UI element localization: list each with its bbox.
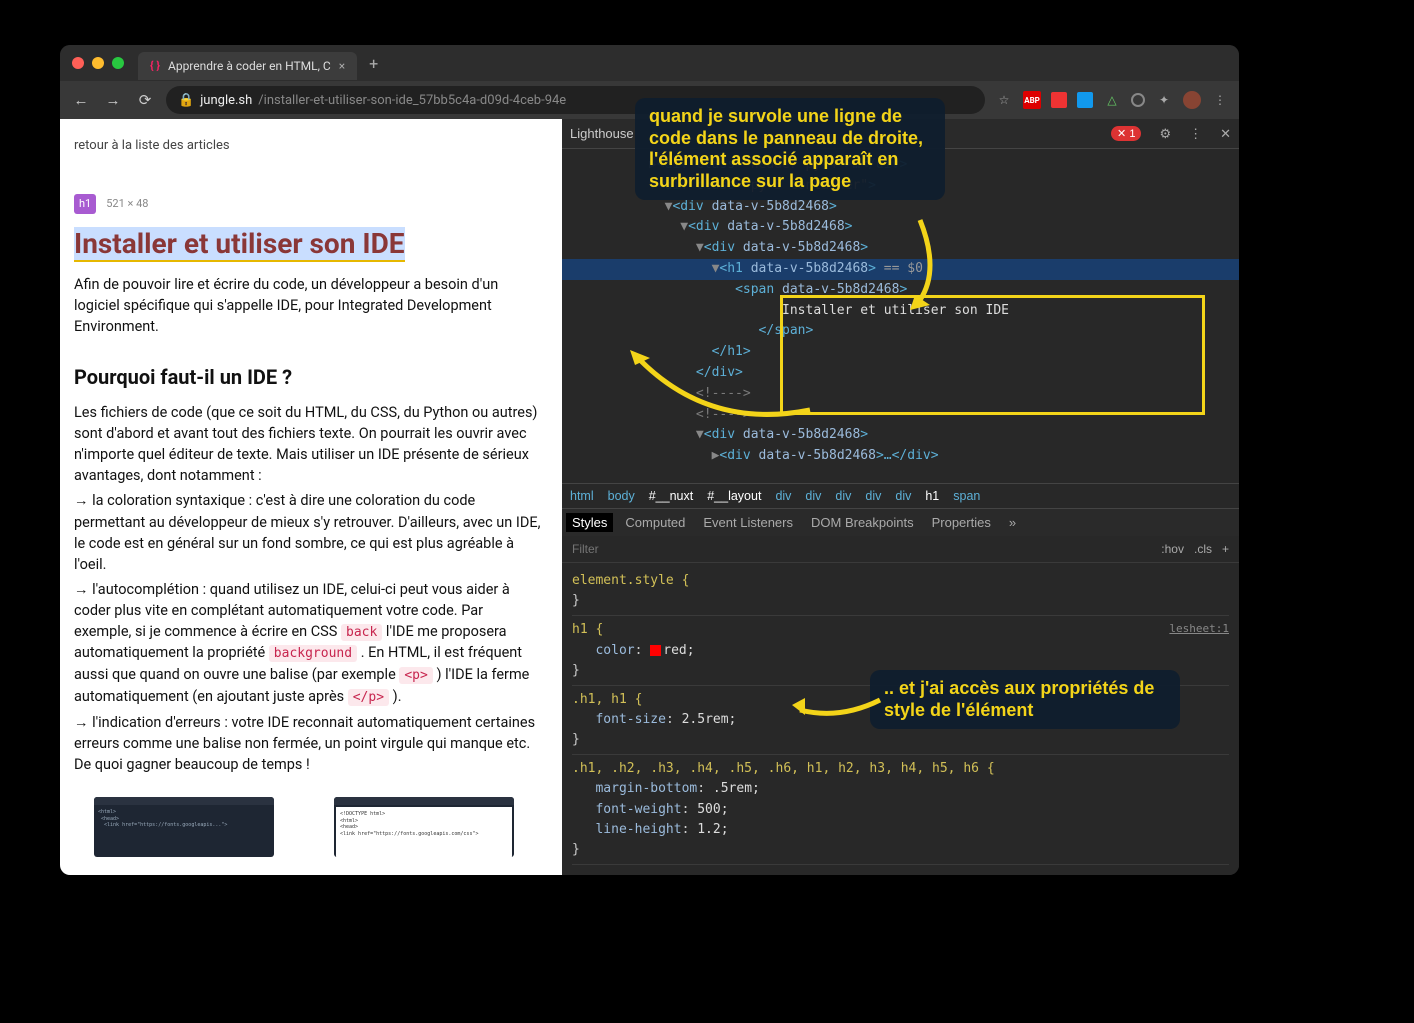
tab-close-icon[interactable]: × — [339, 59, 345, 73]
more-tabs-icon[interactable]: » — [1009, 515, 1016, 530]
hov-toggle[interactable]: :hov — [1161, 542, 1184, 556]
menu-icon[interactable]: ⋮ — [1211, 91, 1229, 109]
breadcrumb-item[interactable]: span — [953, 489, 980, 503]
kebab-icon[interactable]: ⋮ — [1189, 126, 1202, 142]
devtools-tab[interactable]: Lighthouse — [570, 126, 634, 141]
breadcrumb-item[interactable]: div — [865, 489, 881, 503]
cls-toggle[interactable]: .cls — [1194, 542, 1212, 556]
paragraph: Les fichiers de code (que ce soit du HTM… — [74, 402, 542, 486]
browser-tab[interactable]: { } Apprendre à coder en HTML, C × — [138, 52, 357, 80]
breadcrumb-item[interactable]: div — [895, 489, 911, 503]
tab-favicon: { } — [150, 59, 160, 72]
page-content: retour à la liste des articles h1 521 × … — [60, 119, 562, 875]
dom-breadcrumb: html body #__nuxt #__layout div div div … — [562, 483, 1239, 508]
paragraph: → la coloration syntaxique : c'est à dir… — [74, 490, 542, 574]
breadcrumb-item[interactable]: #__layout — [707, 489, 761, 503]
code-inline: <p> — [399, 667, 432, 684]
extensions-icon[interactable]: ✦ — [1155, 91, 1173, 109]
forward-button[interactable]: → — [102, 91, 124, 109]
tooltip-tag: h1 — [74, 194, 96, 214]
profile-avatar-icon[interactable] — [1183, 91, 1201, 109]
extension-icon[interactable] — [1051, 92, 1067, 108]
minimize-window-button[interactable] — [92, 57, 104, 69]
code-inline: back — [341, 624, 382, 641]
maximize-window-button[interactable] — [112, 57, 124, 69]
breadcrumb-item[interactable]: div — [805, 489, 821, 503]
styles-tab-computed[interactable]: Computed — [625, 515, 685, 530]
paragraph: → l'indication d'erreurs : votre IDE rec… — [74, 712, 542, 775]
styles-tab-styles[interactable]: Styles — [566, 513, 613, 532]
styles-tabs: Styles Computed Event Listeners DOM Brea… — [562, 508, 1239, 536]
extension-icon[interactable]: △ — [1103, 91, 1121, 109]
window-controls — [72, 57, 124, 69]
styles-filter-row: :hov .cls + — [562, 536, 1239, 563]
paragraph: → l'autocomplétion : quand utilisez un I… — [74, 579, 542, 708]
abp-extension-icon[interactable]: ABP — [1023, 91, 1041, 109]
devtools-panel: Lighthouse » ✕ 1 ⚙ ⋮ ✕ ▶<div class="head… — [562, 119, 1239, 875]
star-icon[interactable]: ☆ — [995, 91, 1013, 109]
styles-tab-properties[interactable]: Properties — [932, 515, 991, 530]
new-tab-button[interactable]: + — [369, 54, 378, 73]
tooltip-dimensions: 521 × 48 — [106, 196, 148, 212]
error-badge[interactable]: ✕ 1 — [1111, 126, 1141, 141]
toolbar-icons: ☆ ABP △ ✦ ⋮ — [995, 91, 1229, 109]
breadcrumb-item[interactable]: div — [775, 489, 791, 503]
styles-tab-dombreakpoints[interactable]: DOM Breakpoints — [811, 515, 914, 530]
url-domain: jungle.sh — [200, 93, 252, 108]
annotation-callout: quand je survole une ligne de code dans … — [635, 98, 945, 200]
element-inspector-tooltip: h1 521 × 48 — [74, 194, 542, 214]
titlebar: { } Apprendre à coder en HTML, C × + — [60, 45, 1239, 81]
back-to-articles-link[interactable]: retour à la liste des articles — [74, 137, 542, 156]
breadcrumb-item[interactable]: #__nuxt — [649, 489, 693, 503]
extension-icon[interactable] — [1077, 92, 1093, 108]
breadcrumb-item[interactable]: h1 — [925, 489, 939, 503]
breadcrumb-item[interactable]: div — [835, 489, 851, 503]
screenshot-thumbnail: <html> <head> <link href="https://fonts.… — [94, 797, 274, 857]
breadcrumb-item[interactable]: html — [570, 489, 594, 503]
lock-icon: 🔒 — [178, 93, 194, 108]
extension-icon[interactable] — [1131, 93, 1145, 107]
code-inline: background — [269, 645, 357, 662]
styles-tab-eventlisteners[interactable]: Event Listeners — [703, 515, 793, 530]
annotation-callout: .. et j'ai accès aux propriétés de style… — [870, 670, 1180, 729]
screenshot-thumbnail: <!DOCTYPE html><html><head><link href="h… — [334, 797, 514, 857]
styles-filter-input[interactable] — [572, 542, 1151, 556]
css-rule[interactable]: element.style { } — [572, 567, 1229, 616]
source-link[interactable]: lesheet:1 — [1169, 620, 1229, 637]
add-rule-icon[interactable]: + — [1222, 542, 1229, 556]
section-heading: Pourquoi faut-il un IDE ? — [74, 363, 542, 392]
css-rule[interactable]: .h1, .h2, .h3, .h4, .h5, .h6, h1, h2, h3… — [572, 755, 1229, 865]
close-window-button[interactable] — [72, 57, 84, 69]
reload-button[interactable]: ⟳ — [134, 91, 156, 109]
page-title: Installer et utiliser son IDE — [74, 227, 405, 262]
lead-paragraph: Afin de pouvoir lire et écrire du code, … — [74, 274, 542, 337]
color-swatch[interactable] — [650, 645, 661, 656]
url-path: /installer-et-utiliser-son-ide_57bb5c4a-… — [258, 93, 566, 108]
back-button[interactable]: ← — [70, 91, 92, 109]
breadcrumb-item[interactable]: body — [608, 489, 635, 503]
thumbnails: <html> <head> <link href="https://fonts.… — [74, 797, 542, 857]
close-icon[interactable]: ✕ — [1220, 126, 1231, 142]
code-inline: </p> — [348, 689, 389, 706]
gear-icon[interactable]: ⚙ — [1159, 126, 1171, 142]
tab-title: Apprendre à coder en HTML, C — [168, 59, 331, 73]
selected-dom-node[interactable]: ▼<h1 data-v-5b8d2468> == $0 — [562, 259, 1239, 280]
